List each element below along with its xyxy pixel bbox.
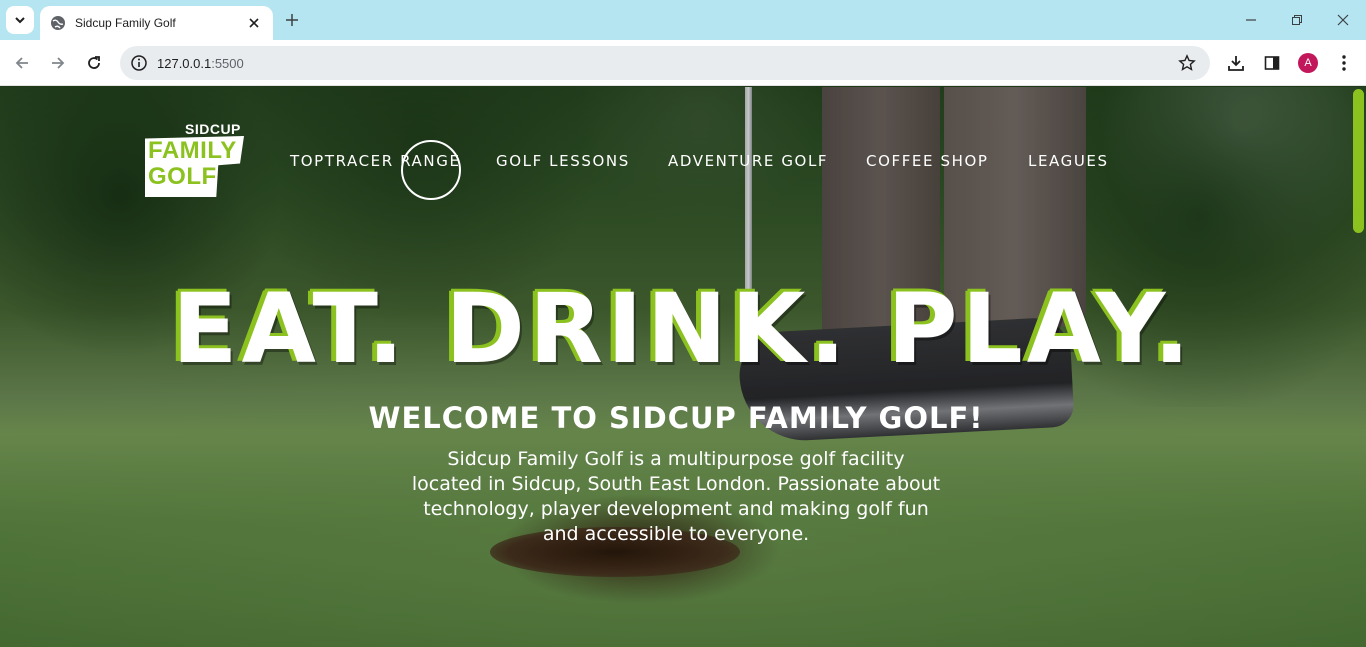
site-logo[interactable]: SIDCUP FAMILY GOLF [145, 121, 245, 197]
logo-text-line2: GOLF [148, 163, 217, 190]
plus-icon[interactable] [282, 10, 302, 30]
hero-headline: EAT. DRINK. PLAY. [172, 273, 1194, 385]
tab-title: Sidcup Family Golf [75, 16, 176, 30]
address-bar[interactable]: 127.0.0.1:5500 [120, 46, 1210, 80]
tab-search-icon[interactable] [6, 6, 34, 34]
tab-strip: Sidcup Family Golf [0, 0, 1366, 40]
nav-leagues[interactable]: LEAGUES [1028, 152, 1109, 170]
logo-text-top: SIDCUP [185, 121, 241, 137]
back-icon[interactable] [10, 51, 34, 75]
nav-golf-lessons[interactable]: GOLF LESSONS [496, 152, 630, 170]
active-tab[interactable]: Sidcup Family Golf [40, 6, 273, 40]
scrollbar-thumb[interactable] [1353, 89, 1364, 233]
restore-icon[interactable] [1286, 9, 1308, 31]
welcome-heading: WELCOME TO SIDCUP FAMILY GOLF! [368, 401, 984, 435]
profile-avatar[interactable]: A [1298, 53, 1318, 73]
reload-icon[interactable] [82, 51, 106, 75]
intro-paragraph: Sidcup Family Golf is a multipurpose gol… [411, 448, 941, 545]
page-scrollbar[interactable] [1351, 87, 1366, 647]
url-port: :5500 [211, 55, 244, 71]
page-viewport: SIDCUP FAMILY GOLF TOPTRACER RANGE GOLF … [0, 87, 1366, 647]
logo-text-line1: FAMILY [148, 137, 237, 164]
nav-adventure-golf[interactable]: ADVENTURE GOLF [668, 152, 828, 170]
download-icon[interactable] [1224, 51, 1248, 75]
side-panel-icon[interactable] [1260, 51, 1284, 75]
menu-icon[interactable] [1332, 51, 1356, 75]
globe-icon [50, 15, 66, 31]
url-text: 127.0.0.1:5500 [157, 56, 244, 71]
url-host: 127.0.0.1 [157, 55, 212, 71]
forward-icon[interactable] [46, 51, 70, 75]
browser-toolbar: 127.0.0.1:5500 A [0, 40, 1366, 86]
close-icon[interactable] [245, 14, 263, 32]
nav-coffee-shop[interactable]: COFFEE SHOP [866, 152, 989, 170]
close-window-icon[interactable] [1332, 9, 1354, 31]
minimize-icon[interactable] [1240, 9, 1262, 31]
custom-cursor [401, 140, 461, 200]
info-icon[interactable] [130, 54, 148, 72]
star-icon[interactable] [1178, 54, 1196, 72]
